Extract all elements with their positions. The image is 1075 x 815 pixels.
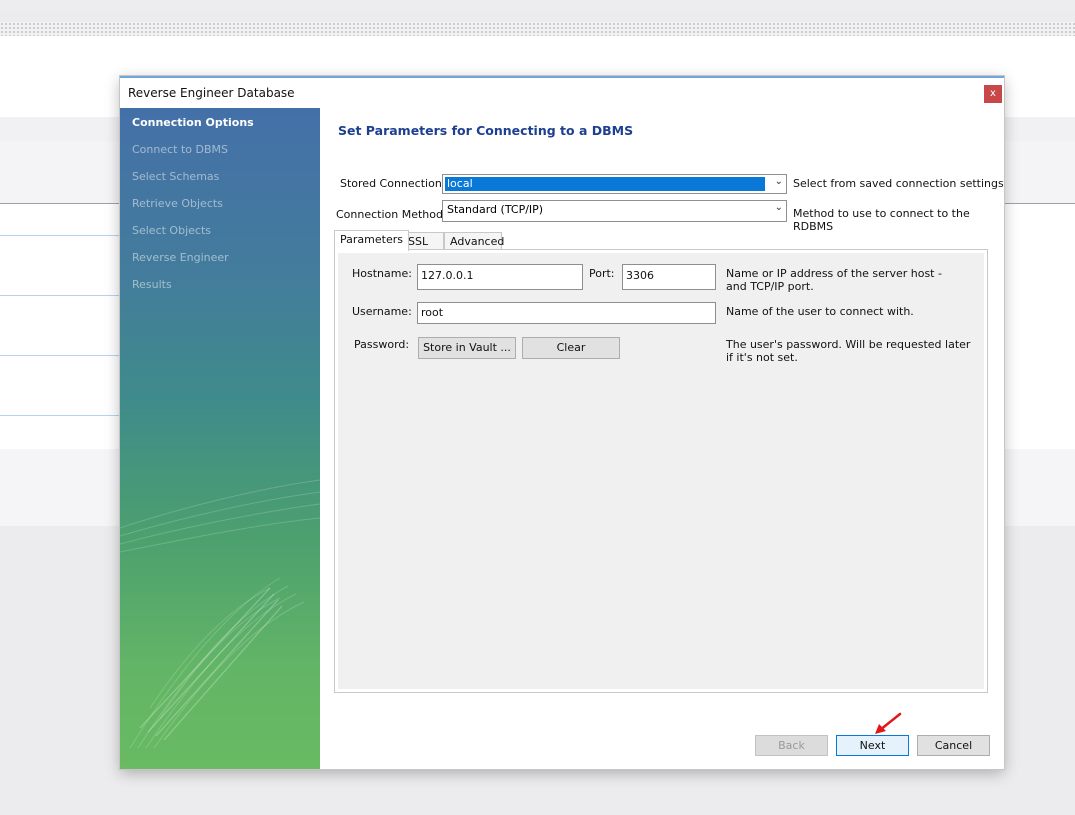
connection-method-select[interactable]: Standard (TCP/IP) ⌄ [442,200,787,222]
port-label: Port: [589,267,615,280]
step-connect-to-dbms: Connect to DBMS [132,143,229,156]
step-retrieve-objects: Retrieve Objects [132,197,223,210]
hostname-label: Hostname: [352,267,412,280]
background-row-line [0,235,120,236]
username-label: Username: [352,305,412,318]
step-select-schemas: Select Schemas [132,170,220,183]
username-hint: Name of the user to connect with. [726,305,914,318]
background-row-line [0,415,120,416]
tab-parameters[interactable]: Parameters [334,230,409,251]
step-results: Results [132,278,172,291]
connection-method-hint: Method to use to connect to the RDBMS [793,207,970,233]
step-select-objects: Select Objects [132,224,211,237]
wizard-steps-sidebar: Connection Options Connect to DBMS Selec… [120,108,320,769]
dialog-title: Reverse Engineer Database [128,86,295,100]
connection-method-value: Standard (TCP/IP) [447,203,544,216]
password-hint: The user's password. Will be requested l… [726,338,971,364]
parameters-panel-body: Hostname: 127.0.0.1 Port: 3306 Name or I… [338,253,984,689]
close-button[interactable]: x [984,85,1002,103]
background-app-top [0,0,1075,10]
hostname-hint: Name or IP address of the server host - … [726,267,942,293]
background-row-line [0,295,120,296]
hostname-input[interactable]: 127.0.0.1 [417,264,583,290]
stored-connection-label: Stored Connection: [340,177,446,190]
step-reverse-engineer: Reverse Engineer [132,251,229,264]
stored-connection-value: local [445,177,765,191]
store-in-vault-button[interactable]: Store in Vault ... [418,337,516,359]
chevron-down-icon: ⌄ [774,202,783,213]
step-connection-options: Connection Options [132,116,254,129]
annotation-arrow-icon [875,712,902,734]
dialog-titlebar[interactable]: Reverse Engineer Database x [120,78,1004,108]
parameters-panel: Hostname: 127.0.0.1 Port: 3306 Name or I… [334,249,988,693]
reverse-engineer-dialog: Reverse Engineer Database x Connection O… [120,76,1004,769]
background-toolbar-stripe [0,22,1075,36]
back-button[interactable]: Back [755,735,828,756]
chevron-down-icon: ⌄ [774,176,783,187]
stored-connection-select[interactable]: local ⌄ [442,174,787,194]
username-input[interactable]: root [417,302,716,324]
connection-method-label: Connection Method: [336,208,447,221]
clear-password-button[interactable]: Clear [522,337,620,359]
password-label: Password: [354,338,410,351]
stored-connection-hint: Select from saved connection settings [793,177,1004,190]
page-heading: Set Parameters for Connecting to a DBMS [338,123,634,138]
cancel-button[interactable]: Cancel [917,735,990,756]
next-button[interactable]: Next [836,735,909,756]
background-row-line [0,355,120,356]
port-input[interactable]: 3306 [622,264,716,290]
